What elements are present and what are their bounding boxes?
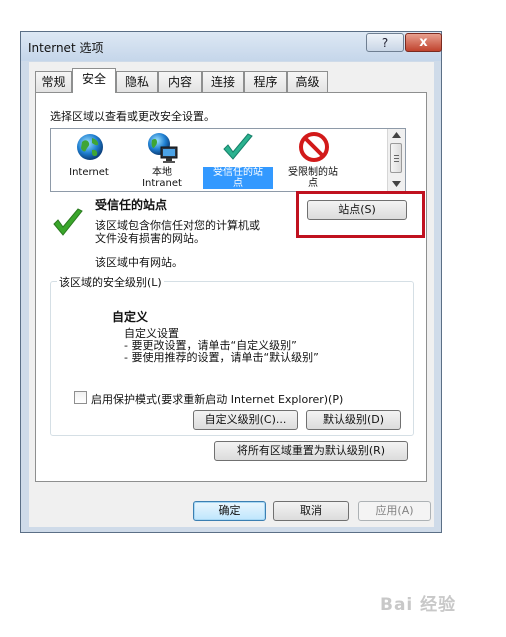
scroll-down-arrow-icon[interactable] <box>392 181 401 187</box>
trusted-checkmark-icon <box>53 208 83 236</box>
select-zone-label: 选择区域以查看或更改安全设置。 <box>50 110 215 123</box>
annotation-highlight-box <box>296 191 425 238</box>
zone-local-intranet-label: 本地 Intranet <box>142 167 182 189</box>
zone-list-scrollbar[interactable] <box>387 129 405 191</box>
tab-privacy[interactable]: 隐私 <box>116 71 158 92</box>
security-level-group-label: 该区域的安全级别(L) <box>57 274 164 290</box>
zone-sites-note: 该区域中有网站。 <box>95 256 183 269</box>
zone-trusted-sites-label: 受信任的站 点 <box>203 167 273 189</box>
cancel-button[interactable]: 取消 <box>273 501 349 521</box>
globe-icon <box>77 134 103 160</box>
tab-programs[interactable]: 程序 <box>244 71 287 92</box>
zone-local-intranet[interactable]: 本地 Intranet <box>127 129 197 189</box>
scroll-thumb[interactable] <box>390 143 402 173</box>
ok-button[interactable]: 确定 <box>193 501 266 521</box>
zone-internet[interactable]: Internet <box>54 129 124 187</box>
tab-security[interactable]: 安全 <box>72 68 116 93</box>
zone-description-line2: 文件没有损害的网站。 <box>95 232 205 245</box>
custom-level-line3: - 要使用推荐的设置，请单击“默认级别” <box>124 351 319 364</box>
protected-mode-checkbox[interactable] <box>74 391 87 404</box>
window-title: Internet 选项 <box>28 41 104 55</box>
tab-connections[interactable]: 连接 <box>202 71 244 92</box>
zone-restricted-sites[interactable]: 受限制的站 点 <box>278 129 348 189</box>
scroll-up-arrow-icon[interactable] <box>392 132 401 138</box>
custom-level-button[interactable]: 自定义级别(C)... <box>193 410 298 430</box>
reset-all-zones-button[interactable]: 将所有区域重置为默认级别(R) <box>214 441 408 461</box>
zone-internet-label: Internet <box>69 167 109 178</box>
watermark: Bai 经验 <box>380 595 457 615</box>
zone-title: 受信任的站点 <box>95 198 168 212</box>
title-bar[interactable]: Internet 选项 ? x <box>21 32 442 61</box>
zone-list[interactable]: Internet 本地 Intranet 受信任的站 点 受限制的站 点 <box>50 128 406 192</box>
close-button[interactable]: x <box>405 33 442 52</box>
tab-advanced[interactable]: 高级 <box>287 71 328 92</box>
apply-button[interactable]: 应用(A) <box>358 501 431 521</box>
help-button[interactable]: ? <box>366 33 404 52</box>
restricted-icon <box>299 132 329 162</box>
checkmark-icon <box>223 133 253 160</box>
zone-trusted-sites[interactable]: 受信任的站 点 <box>203 129 273 189</box>
tab-general[interactable]: 常规 <box>35 71 72 92</box>
protected-mode-label: 启用保护模式(要求重新启动 Internet Explorer)(P) <box>91 393 344 406</box>
zone-restricted-sites-label: 受限制的站 点 <box>288 167 338 189</box>
local-intranet-icon <box>148 133 178 163</box>
default-level-button[interactable]: 默认级别(D) <box>306 410 401 430</box>
tab-content[interactable]: 内容 <box>158 71 202 92</box>
custom-level-title: 自定义 <box>112 310 149 324</box>
